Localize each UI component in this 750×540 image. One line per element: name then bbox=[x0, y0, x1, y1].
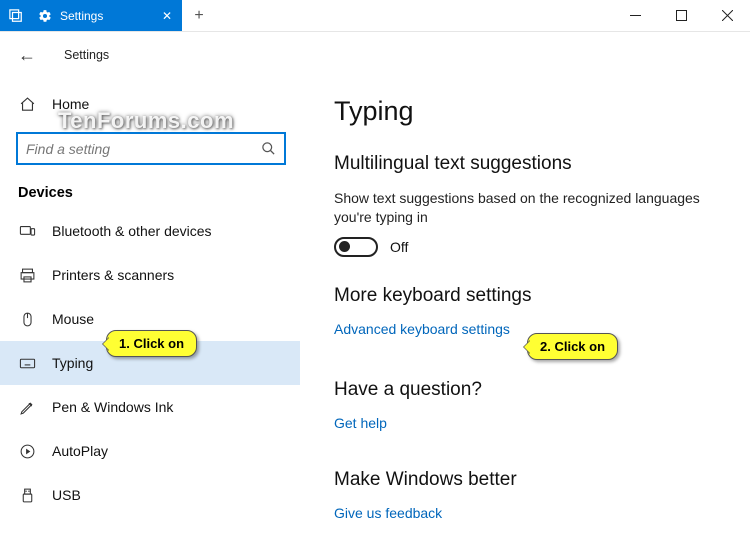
section-title-question: Have a question? bbox=[334, 379, 716, 401]
sidebar-item-label: Printers & scanners bbox=[52, 267, 174, 283]
back-button[interactable]: ← bbox=[12, 40, 42, 70]
search-wrap bbox=[0, 126, 300, 175]
sidebar-item-usb[interactable]: USB bbox=[0, 473, 300, 517]
sidebar-category: Devices bbox=[0, 175, 300, 209]
link-feedback[interactable]: Give us feedback bbox=[334, 505, 442, 521]
devices-icon bbox=[18, 223, 36, 240]
usb-icon bbox=[18, 487, 36, 504]
sidebar-item-label: Pen & Windows Ink bbox=[52, 399, 173, 415]
section-title-multilingual: Multilingual text suggestions bbox=[334, 153, 716, 175]
sidebar-item-autoplay[interactable]: AutoPlay bbox=[0, 429, 300, 473]
toggle-multilingual[interactable] bbox=[334, 237, 378, 257]
sidebar: Home Devices Bluetooth & other devices P… bbox=[0, 78, 300, 540]
close-button[interactable] bbox=[704, 0, 750, 31]
autoplay-icon bbox=[18, 443, 36, 460]
toggle-state-label: Off bbox=[390, 239, 408, 255]
sidebar-item-pen[interactable]: Pen & Windows Ink bbox=[0, 385, 300, 429]
title-bar: Settings ✕ + bbox=[0, 0, 750, 32]
keyboard-icon bbox=[18, 355, 36, 372]
section-desc-multilingual: Show text suggestions based on the recog… bbox=[334, 189, 716, 227]
sidebar-item-bluetooth[interactable]: Bluetooth & other devices bbox=[0, 209, 300, 253]
sidebar-item-home[interactable]: Home bbox=[0, 82, 300, 126]
tab-close-button[interactable]: ✕ bbox=[162, 9, 172, 23]
sidebar-item-printers[interactable]: Printers & scanners bbox=[0, 253, 300, 297]
callout-2: 2. Click on bbox=[527, 333, 618, 360]
search-icon bbox=[261, 141, 276, 156]
tab-strip: Settings ✕ + bbox=[0, 0, 216, 31]
printer-icon bbox=[18, 267, 36, 284]
section-title-feedback: Make Windows better bbox=[334, 469, 716, 491]
sidebar-item-label: Bluetooth & other devices bbox=[52, 223, 212, 239]
sidebar-item-label: AutoPlay bbox=[52, 443, 108, 459]
sidebar-item-label: Typing bbox=[52, 355, 93, 371]
tab-set-aside-icon[interactable] bbox=[0, 0, 32, 31]
pen-icon bbox=[18, 399, 36, 416]
toggle-row-multilingual: Off bbox=[334, 237, 716, 257]
app-header: ← Settings bbox=[0, 32, 750, 78]
app-body: Home Devices Bluetooth & other devices P… bbox=[0, 78, 750, 540]
search-input[interactable] bbox=[26, 141, 261, 157]
sidebar-item-label: Home bbox=[52, 96, 89, 112]
minimize-button[interactable] bbox=[612, 0, 658, 31]
tab-label: Settings bbox=[60, 9, 103, 23]
home-icon bbox=[18, 96, 36, 113]
section-title-more-keyboard: More keyboard settings bbox=[334, 285, 716, 307]
window-controls bbox=[612, 0, 750, 31]
new-tab-button[interactable]: + bbox=[182, 0, 216, 31]
app-title: Settings bbox=[64, 48, 109, 62]
sidebar-item-label: USB bbox=[52, 487, 81, 503]
link-advanced-keyboard[interactable]: Advanced keyboard settings bbox=[334, 321, 510, 337]
mouse-icon bbox=[18, 311, 36, 328]
callout-1: 1. Click on bbox=[106, 330, 197, 357]
content-pane: Typing Multilingual text suggestions Sho… bbox=[300, 78, 750, 540]
gear-icon bbox=[38, 9, 52, 23]
link-get-help[interactable]: Get help bbox=[334, 415, 387, 431]
maximize-button[interactable] bbox=[658, 0, 704, 31]
toggle-knob bbox=[339, 241, 350, 252]
browser-tab-active[interactable]: Settings ✕ bbox=[32, 0, 182, 31]
page-title: Typing bbox=[334, 96, 716, 127]
sidebar-item-label: Mouse bbox=[52, 311, 94, 327]
search-input-container[interactable] bbox=[16, 132, 286, 165]
